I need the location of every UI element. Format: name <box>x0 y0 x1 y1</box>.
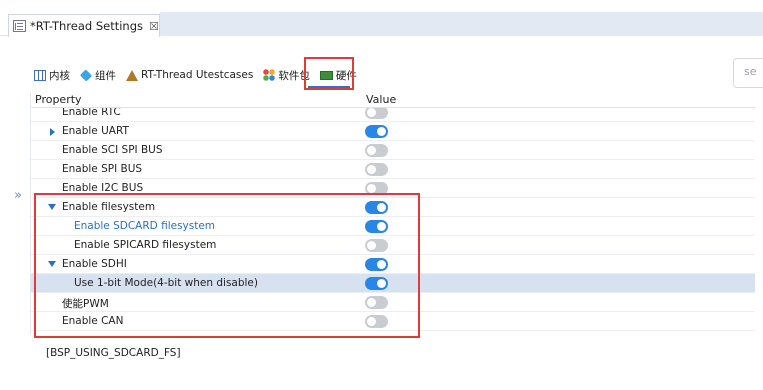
value-toggle[interactable] <box>365 108 388 119</box>
row-label: Enable UART <box>62 125 129 137</box>
table-row[interactable]: Enable CAN <box>31 312 755 331</box>
editor-tab-title: *RT-Thread Settings <box>30 19 144 33</box>
column-header-value: Value <box>366 93 397 106</box>
tab-packages[interactable]: 软件包 <box>263 68 310 83</box>
row-label: Use 1-bit Mode(4-bit when disable) <box>74 277 258 289</box>
chevron-down-icon[interactable] <box>48 204 56 210</box>
value-toggle[interactable] <box>365 296 388 309</box>
active-tab-indicator <box>308 86 350 88</box>
tab-label: 内核 <box>49 69 70 82</box>
toggle-knob <box>377 279 386 288</box>
toggle-knob <box>367 165 376 174</box>
toggle-knob <box>377 203 386 212</box>
property-table-header: Property Value <box>30 92 755 108</box>
tab-label: 硬件 <box>335 69 357 82</box>
table-row[interactable]: 使能PWM <box>31 293 755 312</box>
toggle-knob <box>377 260 386 269</box>
tab-hardware[interactable]: 硬件 <box>319 68 357 83</box>
row-label: Enable SDHI <box>62 258 127 270</box>
table-row[interactable]: Enable SCI SPI BUS <box>31 141 755 160</box>
row-label: Enable SCI SPI BUS <box>62 144 163 156</box>
row-label: Enable filesystem <box>62 201 156 213</box>
row-label: Enable RTC <box>62 108 121 118</box>
table-row[interactable]: Use 1-bit Mode(4-bit when disable) <box>31 274 755 293</box>
toggle-knob <box>367 317 376 326</box>
row-label: Enable SDCARD filesystem <box>74 220 216 232</box>
tab-label: 软件包 <box>278 69 310 82</box>
settings-file-icon <box>13 20 26 32</box>
table-row[interactable]: Enable SDHI <box>31 255 755 274</box>
table-row[interactable]: Enable SPI BUS <box>31 160 755 179</box>
tab-label: RT-Thread Utestcases <box>141 69 254 81</box>
expand-sidebar-icon[interactable]: » <box>14 188 22 203</box>
toggle-knob <box>367 298 376 307</box>
table-row[interactable]: Enable SDCARD filesystem <box>31 217 755 236</box>
table-row[interactable]: Enable filesystem <box>31 198 755 217</box>
tab-label: 组件 <box>95 69 116 82</box>
table-row[interactable]: Enable SPICARD filesystem <box>31 236 755 255</box>
value-toggle[interactable] <box>365 239 388 252</box>
search-input[interactable]: se <box>733 58 763 88</box>
value-toggle[interactable] <box>365 201 388 214</box>
toggle-knob <box>367 146 376 155</box>
toggle-knob <box>377 127 386 136</box>
utest-icon <box>126 69 138 81</box>
config-macro-name: [BSP_USING_SDCARD_FS] <box>46 347 181 359</box>
toggle-knob <box>367 241 376 250</box>
tab-components[interactable]: 组件 <box>79 68 116 83</box>
packages-icon <box>263 69 276 81</box>
hardware-icon <box>319 70 333 80</box>
table-row[interactable]: Enable RTC <box>31 108 755 122</box>
cube-icon <box>79 68 93 82</box>
toggle-knob <box>377 222 386 231</box>
table-row[interactable]: Enable UART <box>31 122 755 141</box>
grid-icon <box>34 69 46 81</box>
value-toggle[interactable] <box>365 163 388 176</box>
table-row[interactable]: Enable I2C BUS <box>31 179 755 198</box>
tab-utestcases[interactable]: RT-Thread Utestcases <box>126 69 253 81</box>
property-table-body: Enable RTC Enable UART Enable SCI SPI BUS E… <box>31 108 755 332</box>
value-toggle[interactable] <box>365 182 388 195</box>
chevron-down-icon[interactable] <box>48 261 56 267</box>
row-label: 使能PWM <box>62 298 109 310</box>
row-label: Enable CAN <box>62 315 124 327</box>
toggle-knob <box>367 108 376 117</box>
value-toggle[interactable] <box>365 258 388 271</box>
toggle-knob <box>367 184 376 193</box>
tab-strip-background <box>160 12 763 36</box>
editor-tab-rt-thread-settings[interactable]: *RT-Thread Settings ☒ <box>8 14 160 37</box>
column-header-property: Property <box>35 93 82 106</box>
editor-tab-strip: *RT-Thread Settings ☒ <box>0 0 763 37</box>
row-label: Enable SPI BUS <box>62 163 143 175</box>
value-toggle[interactable] <box>365 315 388 328</box>
category-tabs: 内核 组件 RT-Thread Utestcases 软件包 硬件 <box>34 64 367 86</box>
value-toggle[interactable] <box>365 277 388 290</box>
row-label: Enable SPICARD filesystem <box>74 239 217 251</box>
chevron-right-icon[interactable] <box>50 128 55 136</box>
value-toggle[interactable] <box>365 125 388 138</box>
value-toggle[interactable] <box>365 144 388 157</box>
row-label: Enable I2C BUS <box>62 182 144 194</box>
close-icon[interactable]: ☒ <box>149 20 159 33</box>
tab-kernel[interactable]: 内核 <box>34 68 70 83</box>
value-toggle[interactable] <box>365 220 388 233</box>
